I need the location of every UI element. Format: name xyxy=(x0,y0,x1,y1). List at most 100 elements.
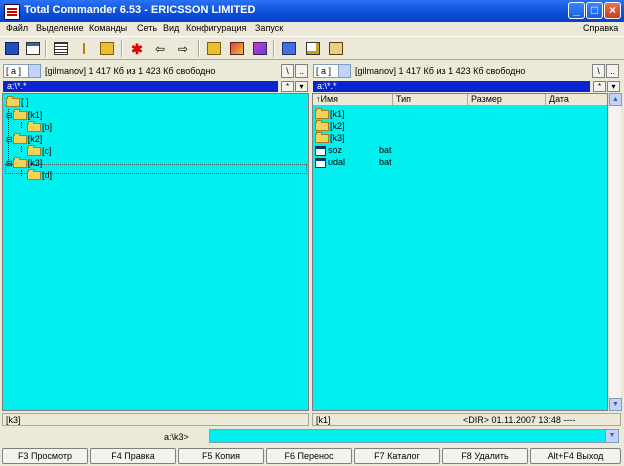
tree-line xyxy=(21,122,22,128)
scroll-down-icon[interactable]: ▼ xyxy=(609,398,622,411)
collapse-icon[interactable]: ⊟ xyxy=(6,159,13,168)
f7-mkdir-button[interactable]: F7 Каталог xyxy=(354,448,440,464)
folder-icon xyxy=(12,157,27,169)
title-bar[interactable]: Total Commander 6.53 - ERICSSON LIMITED … xyxy=(0,0,624,22)
folder-icon xyxy=(12,133,27,145)
close-button[interactable]: × xyxy=(604,2,621,19)
chevron-down-icon xyxy=(28,65,40,77)
file-row[interactable]: [k3] xyxy=(315,132,435,144)
tree-node-c[interactable]: [c] xyxy=(27,145,52,157)
toolbar-separator xyxy=(121,40,123,57)
f8-delete-button[interactable]: F8 Удалить xyxy=(442,448,528,464)
toolbar-separator xyxy=(45,40,47,57)
left-drive-info: [gilmanov] 1 417 Кб из 1 423 Кб свободно xyxy=(45,66,216,76)
right-path: a:\*.* xyxy=(317,81,337,91)
column-size[interactable]: Размер xyxy=(468,94,546,105)
right-status-info: <DIR> 01.11.2007 13:48 ---- xyxy=(463,415,576,425)
f4-edit-button[interactable]: F4 Правка xyxy=(90,448,176,464)
scroll-up-icon[interactable]: ▲ xyxy=(609,93,622,106)
file-row[interactable]: udal bat xyxy=(315,157,435,168)
forward-icon[interactable]: ⇨ xyxy=(174,40,192,57)
right-root-button[interactable]: \ xyxy=(592,64,605,78)
left-root-button[interactable]: \ xyxy=(281,64,294,78)
view-icon[interactable] xyxy=(327,40,345,57)
sort-icon[interactable] xyxy=(98,40,116,57)
collapse-icon[interactable]: ⊟ xyxy=(6,111,13,120)
menu-select[interactable]: Выделение xyxy=(36,23,84,33)
tree-node-k1[interactable]: ⊟ [k1] xyxy=(6,109,42,121)
left-status-text: [k3] xyxy=(6,415,21,425)
toolbar: ✱ ⇦ ⇨ xyxy=(0,36,624,60)
column-type[interactable]: Тип xyxy=(393,94,468,105)
right-path-bar[interactable]: a:\*.* xyxy=(313,81,590,92)
brief-view-icon[interactable] xyxy=(24,40,42,57)
pack-icon[interactable] xyxy=(205,40,223,57)
menu-bar: Файл Выделение Команды Сеть Вид Конфигур… xyxy=(0,22,624,36)
left-path-bar[interactable]: a:\*.* xyxy=(3,81,278,92)
unpack-icon[interactable] xyxy=(228,40,246,57)
tree-node-b[interactable]: [b] xyxy=(27,121,52,133)
right-scrollbar[interactable]: ▲ ▼ xyxy=(608,93,622,411)
file-row[interactable]: soz bat xyxy=(315,145,435,156)
invert-selection-icon[interactable]: ✱ xyxy=(128,40,146,57)
collapse-icon[interactable]: ⊟ xyxy=(6,135,13,144)
right-panel[interactable]: ↑Имя Тип Размер Дата [k1] [k2] [k3] soz b… xyxy=(312,93,608,411)
app-icon[interactable] xyxy=(4,4,20,20)
full-view-icon[interactable] xyxy=(52,40,70,57)
maximize-button[interactable]: □ xyxy=(586,2,603,19)
command-prompt: a:\k3> xyxy=(164,432,189,442)
right-drive-select[interactable]: [ a ] xyxy=(313,64,351,78)
chevron-down-icon xyxy=(338,65,350,77)
tree-node-root[interactable]: [ ] xyxy=(6,96,29,108)
notepad-icon[interactable] xyxy=(304,40,322,57)
f5-copy-button[interactable]: F5 Копия xyxy=(178,448,264,464)
tree-node-d[interactable]: [d] xyxy=(27,169,52,181)
right-history-button[interactable]: * xyxy=(593,81,606,92)
batch-file-icon xyxy=(315,157,326,168)
right-drive-bar: [ a ] [gilmanov] 1 417 Кб из 1 423 Кб св… xyxy=(313,64,621,80)
refresh-icon[interactable] xyxy=(3,40,21,57)
file-row[interactable]: [k1] xyxy=(315,108,435,120)
left-status-bar: [k3] xyxy=(2,413,309,426)
left-path: a:\*.* xyxy=(7,81,27,91)
toolbar-separator xyxy=(198,40,200,57)
left-panel[interactable]: [ ] ⊟ [k1] [b] ⊟ [k2] [c] ⊟ [k3] [d] xyxy=(2,93,309,411)
f6-move-button[interactable]: F6 Перенос xyxy=(266,448,352,464)
left-up-button[interactable]: .. xyxy=(295,64,308,78)
left-hotlist-button[interactable]: ▾ xyxy=(295,81,308,92)
folder-icon xyxy=(27,169,41,181)
minimize-button[interactable]: _ xyxy=(568,2,585,19)
menu-view[interactable]: Вид xyxy=(163,23,179,33)
tree-line xyxy=(21,146,22,152)
alt-f4-exit-button[interactable]: Alt+F4 Выход xyxy=(530,448,621,464)
f3-view-button[interactable]: F3 Просмотр xyxy=(2,448,88,464)
menu-help[interactable]: Справка xyxy=(583,23,618,33)
left-drive-select[interactable]: [ a ] xyxy=(3,64,41,78)
right-hotlist-button[interactable]: ▾ xyxy=(607,81,620,92)
column-date[interactable]: Дата xyxy=(546,94,607,105)
ftp-icon[interactable] xyxy=(280,40,298,57)
folder-icon xyxy=(27,121,41,133)
folder-icon xyxy=(27,145,41,157)
left-drive-bar: [ a ] [gilmanov] 1 417 Кб из 1 423 Кб св… xyxy=(3,64,309,80)
chevron-down-icon[interactable]: ▼ xyxy=(605,430,618,442)
menu-config[interactable]: Конфигурация xyxy=(186,23,246,33)
command-line-input[interactable]: ▼ xyxy=(209,429,619,443)
menu-file[interactable]: Файл xyxy=(6,23,28,33)
column-name[interactable]: ↑Имя xyxy=(313,94,393,105)
menu-run[interactable]: Запуск xyxy=(255,23,283,33)
menu-commands[interactable]: Команды xyxy=(89,23,127,33)
tree-view-icon[interactable] xyxy=(76,40,94,57)
find-icon[interactable] xyxy=(251,40,269,57)
menu-net[interactable]: Сеть xyxy=(137,23,157,33)
tree-node-k3[interactable]: ⊟ [k3] xyxy=(6,157,42,169)
right-drive-info: [gilmanov] 1 417 Кб из 1 423 Кб свободно xyxy=(355,66,526,76)
file-ext: bat xyxy=(379,145,392,155)
folder-icon xyxy=(315,120,329,132)
file-row[interactable]: [k2] xyxy=(315,120,435,132)
tree-node-k2[interactable]: ⊟ [k2] xyxy=(6,133,42,145)
left-history-button[interactable]: * xyxy=(281,81,294,92)
column-header: ↑Имя Тип Размер Дата xyxy=(313,94,607,106)
right-up-button[interactable]: .. xyxy=(606,64,619,78)
back-icon[interactable]: ⇦ xyxy=(151,40,169,57)
